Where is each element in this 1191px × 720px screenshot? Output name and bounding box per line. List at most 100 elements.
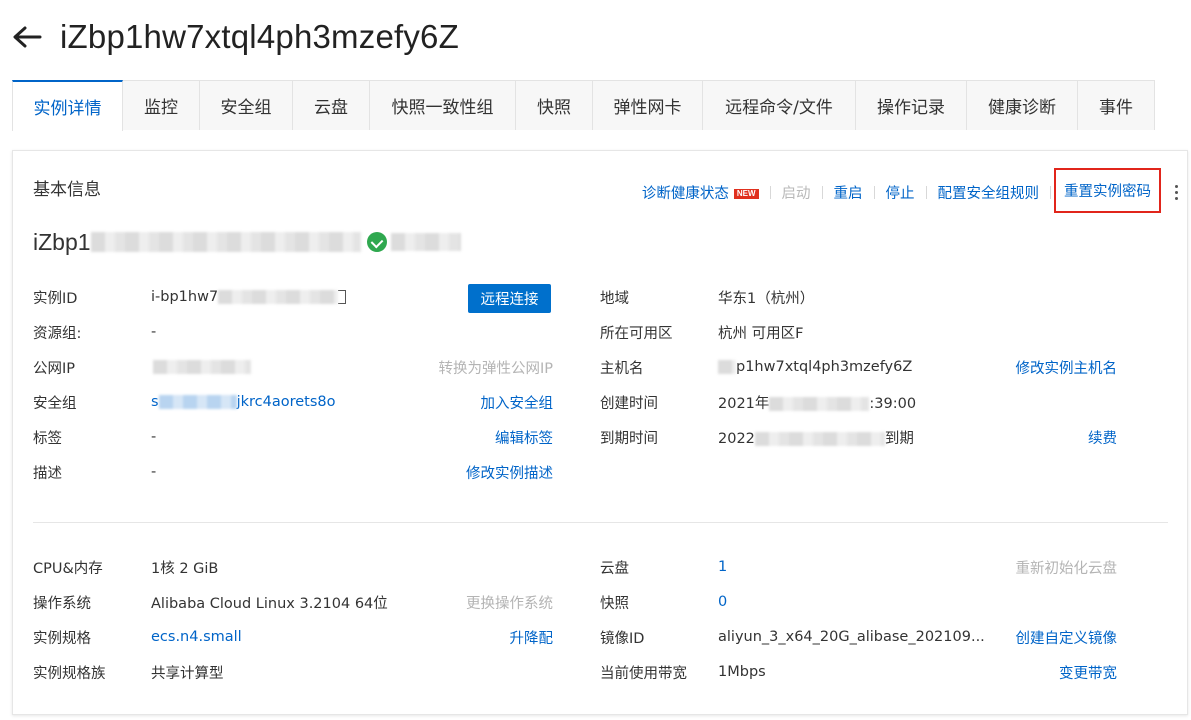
instance-type-label: 实例规格	[33, 630, 91, 647]
info-row-snapshot: 快照 0	[600, 590, 1117, 614]
info-row-hostname: 主机名 p1hw7xtql4ph3mzefy6Z 修改实例主机名	[600, 355, 1117, 379]
snapshot-count-link[interactable]: 0	[718, 594, 727, 610]
divider	[925, 185, 927, 199]
zone-label: 所在可用区	[600, 325, 673, 342]
description-label: 描述	[33, 465, 62, 482]
tab-snapshot[interactable]: 快照	[516, 80, 593, 130]
created-time-visible: 2021年	[718, 395, 770, 412]
divider	[873, 185, 875, 199]
tags-value: -	[151, 429, 157, 445]
start-link: 启动	[781, 185, 811, 202]
disk-count-link[interactable]: 1	[718, 559, 727, 575]
tab-snapshot-consistency-group[interactable]: 快照一致性组	[370, 80, 516, 130]
security-group-label: 安全组	[33, 395, 77, 412]
remote-connect-button[interactable]: 远程连接	[468, 284, 551, 313]
info-row-os: 操作系统 Alibaba Cloud Linux 3.2104 64位 更换操作…	[33, 590, 553, 614]
hostname-label: 主机名	[600, 360, 644, 377]
change-os-link: 更换操作系统	[466, 595, 553, 612]
info-row-security-group: 安全组 s jkrc4aorets8o 加入安全组	[33, 390, 553, 414]
section-title-basic-info: 基本信息	[33, 180, 101, 200]
created-time-label: 创建时间	[600, 395, 658, 412]
redacted-text	[153, 360, 251, 374]
region-value: 华东1（杭州）	[718, 290, 815, 307]
info-row-public-ip: 公网IP 转换为弹性公网IP	[33, 355, 553, 379]
upgrade-downgrade-link[interactable]: 升降配	[510, 627, 554, 648]
renew-link[interactable]: 续费	[1088, 427, 1117, 448]
info-row-disk: 云盘 1 重新初始化云盘	[600, 555, 1117, 579]
zone-value: 杭州 可用区F	[718, 325, 804, 342]
change-bandwidth-link[interactable]: 变更带宽	[1059, 662, 1117, 683]
copy-icon[interactable]	[338, 290, 347, 304]
redacted-text	[218, 290, 339, 304]
reinit-disk-link: 重新初始化云盘	[1015, 560, 1118, 577]
redacted-text	[390, 233, 461, 251]
hostname-visible: p1hw7xtql4ph3mzefy6Z	[736, 359, 913, 375]
security-group-prefix: s	[151, 394, 159, 410]
info-row-expire-time: 到期时间 2022 到期 续费	[600, 425, 1117, 449]
tab-instance-details[interactable]: 实例详情	[12, 80, 123, 131]
config-security-group-rules-link[interactable]: 配置安全组规则	[938, 182, 1040, 203]
arrow-left-icon[interactable]	[10, 20, 44, 54]
instance-family-label: 实例规格族	[33, 665, 106, 682]
tab-health-diagnosis[interactable]: 健康诊断	[967, 80, 1078, 130]
redacted-text	[754, 431, 885, 446]
bandwidth-value: 1Mbps	[718, 664, 766, 680]
tab-operation-log[interactable]: 操作记录	[856, 80, 967, 130]
create-custom-image-link[interactable]: 创建自定义镜像	[1016, 627, 1118, 648]
divider	[821, 185, 823, 199]
edit-tags-link[interactable]: 编辑标签	[495, 427, 553, 448]
public-ip-label: 公网IP	[33, 360, 76, 377]
edit-hostname-link[interactable]: 修改实例主机名	[1016, 357, 1118, 378]
join-security-group-link[interactable]: 加入安全组	[481, 392, 554, 413]
page-header: iZbp1hw7xtql4ph3mzefy6Z	[10, 14, 459, 60]
cpu-memory-label: CPU&内存	[33, 560, 103, 577]
info-row-description: 描述 - 修改实例描述	[33, 460, 553, 484]
instance-id-value: i-bp1hw7	[151, 289, 347, 305]
description-value: -	[151, 464, 157, 480]
expire-time-value: 2022 到期	[718, 427, 914, 448]
reset-password-link[interactable]: 重置实例密码	[1064, 184, 1151, 200]
created-time-value: 2021年 :39:00	[718, 392, 916, 413]
tab-security-group[interactable]: 安全组	[200, 80, 293, 130]
info-row-tags: 标签 - 编辑标签	[33, 425, 553, 449]
tags-label: 标签	[33, 430, 62, 447]
divider	[1050, 185, 1051, 199]
info-row-resource-group: 资源组: -	[33, 320, 553, 344]
bandwidth-label: 当前使用带宽	[600, 665, 687, 682]
instance-family-value: 共享计算型	[151, 665, 224, 682]
instance-id-label: 实例ID	[33, 290, 78, 307]
created-time-visible: :39:00	[869, 395, 917, 412]
stop-link[interactable]: 停止	[886, 182, 915, 203]
info-row-region: 地域 华东1（杭州）	[600, 285, 1117, 309]
diagnose-health-label: 诊断健康状态	[641, 185, 729, 202]
tab-monitoring[interactable]: 监控	[123, 80, 200, 130]
reset-password-highlight: 重置实例密码	[1054, 168, 1161, 213]
tab-events[interactable]: 事件	[1078, 80, 1155, 130]
resource-group-value: -	[151, 324, 157, 340]
resource-group-label: 资源组:	[33, 325, 82, 342]
tab-disk[interactable]: 云盘	[293, 80, 370, 130]
info-row-image-id: 镜像ID aliyun_3_x64_20G_alibase_202109... …	[600, 625, 1117, 649]
security-group-link[interactable]: s jkrc4aorets8o	[151, 394, 336, 410]
divider	[769, 185, 771, 199]
redacted-text	[158, 395, 237, 409]
edit-description-link[interactable]: 修改实例描述	[466, 462, 553, 483]
instance-name: iZbp1	[33, 228, 91, 255]
info-row-bandwidth: 当前使用带宽 1Mbps 变更带宽	[600, 660, 1117, 684]
region-label: 地域	[600, 290, 629, 307]
os-label: 操作系统	[33, 595, 91, 612]
instance-details-panel: 基本信息 诊断健康状态 NEW 启动 重启 停止 配置安全组规则 重置实例密码 i…	[12, 150, 1188, 715]
restart-link[interactable]: 重启	[834, 182, 863, 203]
instance-action-bar: 诊断健康状态 NEW 启动 重启 停止 配置安全组规则 重置实例密码	[642, 168, 1187, 213]
more-vertical-icon[interactable]	[1165, 184, 1187, 200]
tab-eni[interactable]: 弹性网卡	[593, 80, 703, 130]
tab-remote-command[interactable]: 远程命令/文件	[703, 80, 856, 130]
convert-eip-link: 转换为弹性公网IP	[438, 360, 553, 377]
redacted-text	[718, 360, 736, 374]
instance-type-link[interactable]: ecs.n4.small	[151, 629, 242, 645]
expire-time-visible: 2022	[718, 430, 755, 447]
diagnose-health-link[interactable]: 诊断健康状态 NEW	[642, 182, 759, 203]
image-id-value: aliyun_3_x64_20G_alibase_202109...	[718, 629, 985, 645]
instance-id-visible: i-bp1hw7	[151, 289, 219, 305]
section-divider	[33, 522, 1168, 523]
